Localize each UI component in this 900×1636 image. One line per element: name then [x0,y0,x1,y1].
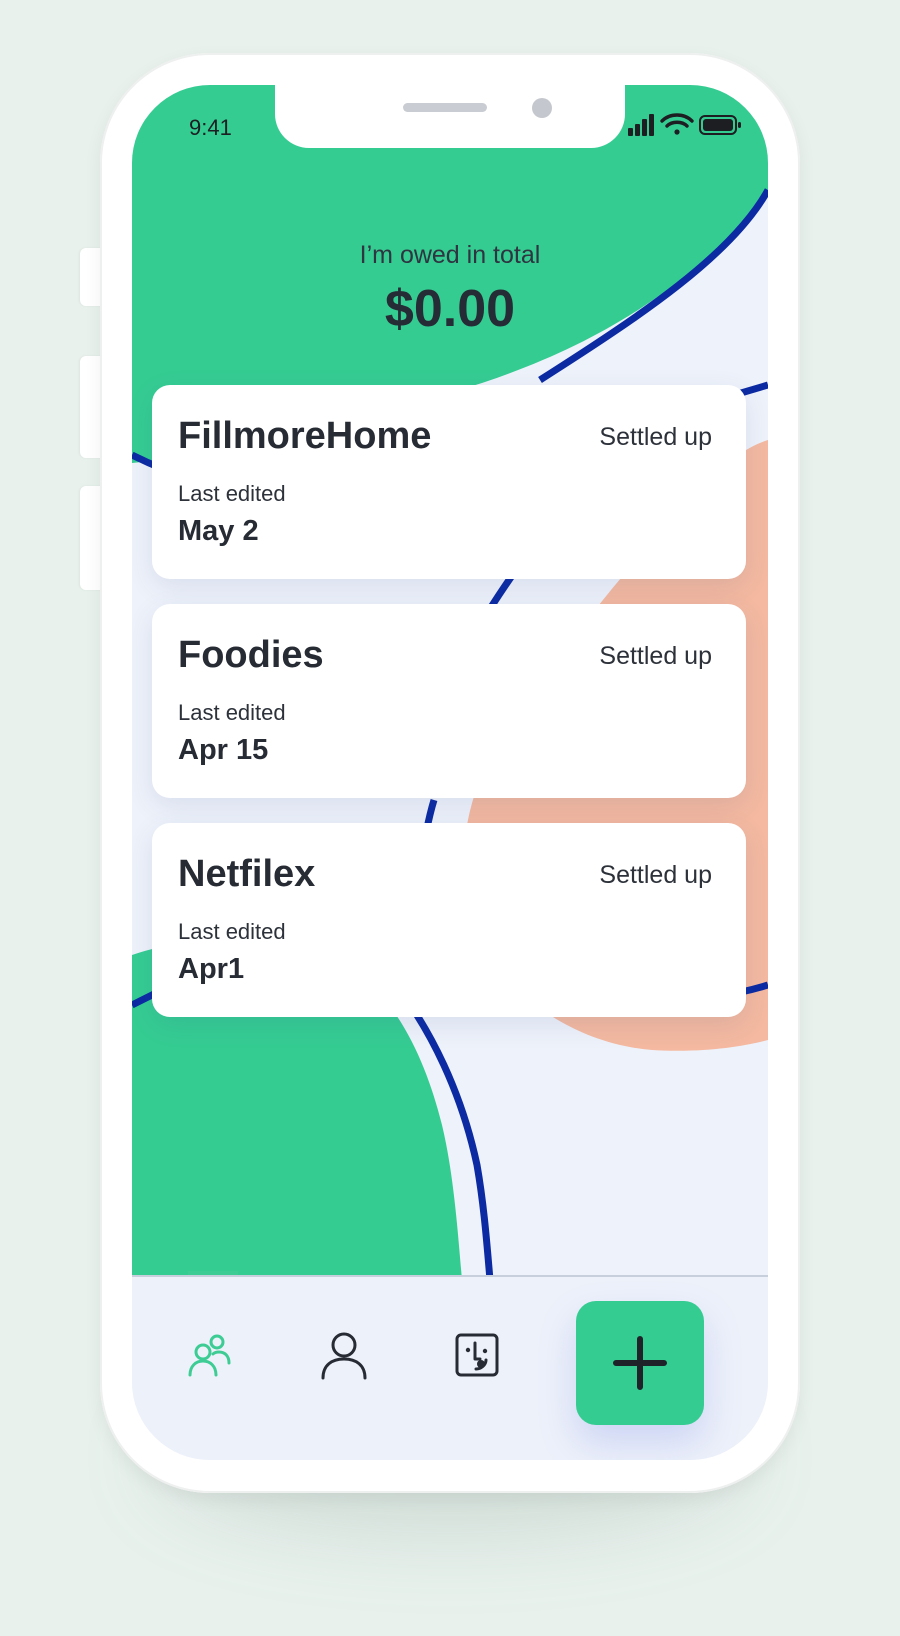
group-status: Settled up [599,642,712,670]
person-icon [321,1332,367,1380]
last-edited-label: Last edited [178,919,286,944]
last-edited-date: Apr1 [178,953,245,985]
battery-icon [699,115,741,135]
volume-up-button [80,356,102,458]
owed-total-amount: $0.00 [384,280,516,338]
add-expense-button[interactable] [576,1301,704,1425]
groups-icon [188,1334,231,1377]
last-edited-label: Last edited [178,700,286,725]
group-name: Netfilex [178,853,316,895]
last-edited-label: Last edited [178,481,286,506]
app-screen: 9:41 I’m owed in total $0.00 FillmoreHom… [132,85,768,1460]
group-card-foodies[interactable]: Foodies Settled up Last edited Apr 15 [152,604,746,798]
active-tab-indicator [188,1271,238,1275]
group-name: Foodies [178,634,324,676]
group-card-netfilex[interactable]: Netfilex Settled up Last edited Apr1 [152,823,746,1017]
cellular-signal-icon [628,114,654,136]
device-notch [275,85,625,148]
tab-bar [132,1271,768,1460]
mute-switch [80,248,102,306]
group-name: FillmoreHome [178,415,432,457]
owed-total-label: I’m owed in total [359,241,541,269]
last-edited-date: Apr 15 [178,734,269,766]
wifi-icon [660,113,694,135]
last-edited-date: May 2 [178,515,259,547]
plus-icon [613,1336,667,1390]
volume-down-button [80,486,102,590]
tab-groups[interactable] [182,1327,238,1383]
status-time: 9:41 [189,115,232,140]
front-camera [532,98,552,118]
group-status: Settled up [599,423,712,451]
group-status: Settled up [599,861,712,889]
activity-face-icon [455,1333,499,1377]
group-card-fillmorehome[interactable]: FillmoreHome Settled up Last edited May … [152,385,746,579]
speaker-grille [403,103,487,112]
status-icons [628,113,741,136]
tab-activity[interactable] [449,1327,505,1383]
tab-account[interactable] [316,1327,372,1383]
